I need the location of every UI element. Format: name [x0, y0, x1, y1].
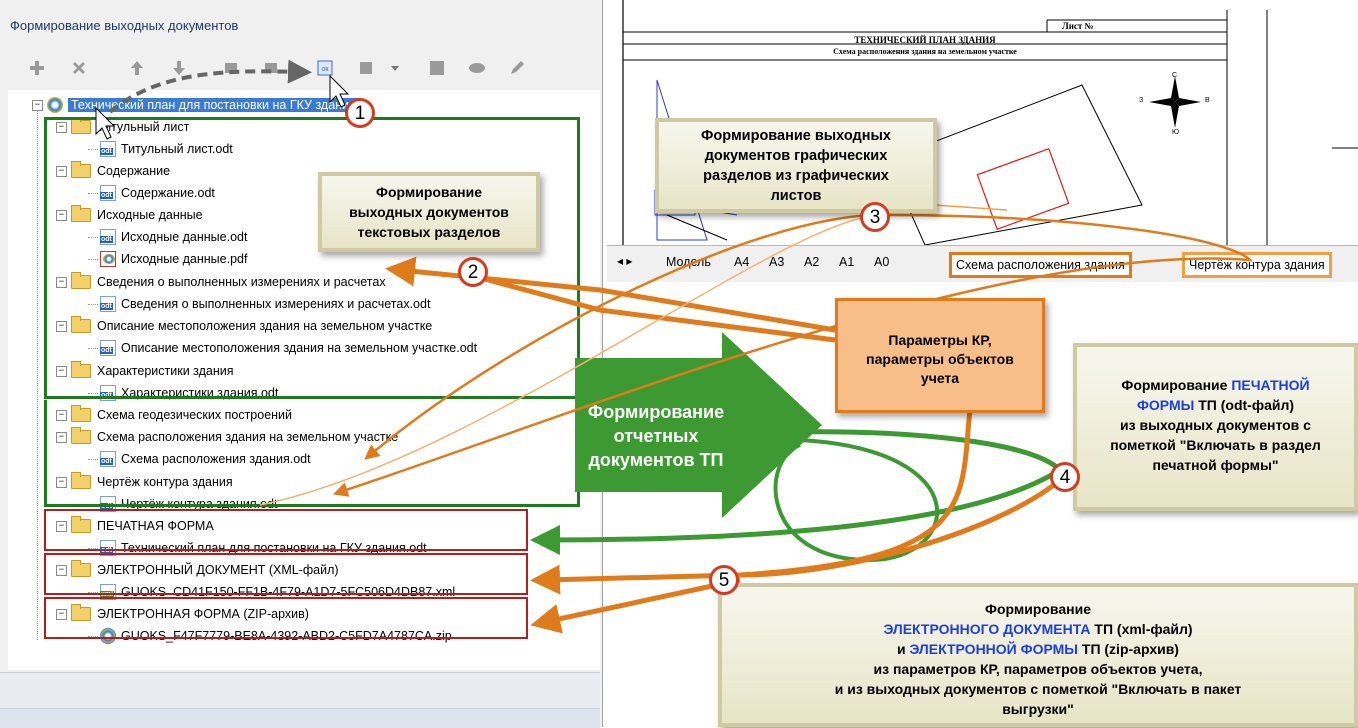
text-sections-callout: Формирование выходных документов текстовых… [318, 172, 540, 252]
delete-icon[interactable] [70, 59, 88, 77]
marker-4: 4 [1050, 462, 1080, 492]
indent-left-icon[interactable] [222, 59, 240, 77]
tree-root[interactable]: − Технический план для постановки на ГКУ… [32, 96, 359, 114]
marker-5: 5 [709, 565, 739, 595]
tab-a0[interactable]: А0 [874, 255, 889, 269]
panel-title: Формирование выходных документов [10, 18, 239, 33]
marker-2: 2 [458, 257, 488, 287]
tab-building-contour[interactable]: Чертёж контура здания [1182, 252, 1332, 278]
generate-reports-arrow: Формирование отчетных документов ТП [587, 402, 725, 470]
compass-west: З [1139, 97, 1144, 104]
add-icon[interactable] [28, 59, 46, 77]
tab-scroll-left[interactable]: ◂ ▸ [617, 254, 632, 268]
tree-root-label: Технический план для постановки на ГКУ з… [68, 98, 359, 112]
graphic-sections-group [44, 400, 580, 507]
graphic-sections-callout: Формирование выходных документов графичес… [655, 118, 937, 213]
tab-a4[interactable]: А4 [734, 255, 749, 269]
marker-3: 3 [860, 202, 890, 232]
electronic-form-callout: Формирование ЭЛЕКТРОННОГО ДОКУМЕНТА ТП (… [718, 583, 1358, 727]
tab-model[interactable]: Модель [666, 255, 711, 269]
tab-a3[interactable]: А3 [769, 255, 784, 269]
tab-a1[interactable]: А1 [839, 255, 854, 269]
globe-icon [47, 97, 63, 113]
sheet-tabs: ◂ ▸ Модель А4 А3 А2 А1 А0 Схема располож… [607, 245, 1358, 282]
compass-east: В [1205, 97, 1210, 104]
print-form-callout: Формирование ПЕЧАТНОЙ ФОРМЫ ТП (odt-файл… [1073, 343, 1358, 511]
export-icon[interactable] [358, 59, 376, 77]
tab-a2[interactable]: А2 [804, 255, 819, 269]
edit-icon[interactable] [508, 59, 526, 77]
svg-text:ок: ок [322, 66, 330, 73]
compass-south: Ю [1172, 129, 1180, 136]
text-sections-group [44, 117, 580, 399]
xml-document-group [44, 553, 528, 595]
kr-params-note: Параметры КР, параметры объектов учета [835, 298, 1045, 413]
dropdown-icon[interactable] [386, 59, 404, 77]
sheet-subtitle: Схема расположения здания на земельном у… [833, 47, 1017, 56]
move-down-icon[interactable] [170, 59, 188, 77]
move-up-icon[interactable] [128, 59, 146, 77]
link-icon[interactable] [468, 59, 486, 77]
tab-building-layout[interactable]: Схема расположения здания [949, 252, 1132, 278]
collapse-icon[interactable]: − [32, 99, 43, 111]
indent-right-icon[interactable] [262, 59, 280, 77]
generate-icon[interactable]: ок [316, 59, 334, 77]
print-form-group [44, 509, 528, 551]
sheet-number-label: Лист № [1062, 21, 1094, 31]
stop-icon[interactable] [428, 59, 446, 77]
marker-1: 1 [345, 98, 375, 128]
status-bar [0, 708, 600, 728]
toolbar: ок [0, 47, 600, 89]
sheet-title: ТЕХНИЧЕСКИЙ ПЛАН ЗДАНИЯ [854, 35, 996, 45]
zip-form-group [44, 597, 528, 639]
compass-north: С [1172, 72, 1178, 79]
